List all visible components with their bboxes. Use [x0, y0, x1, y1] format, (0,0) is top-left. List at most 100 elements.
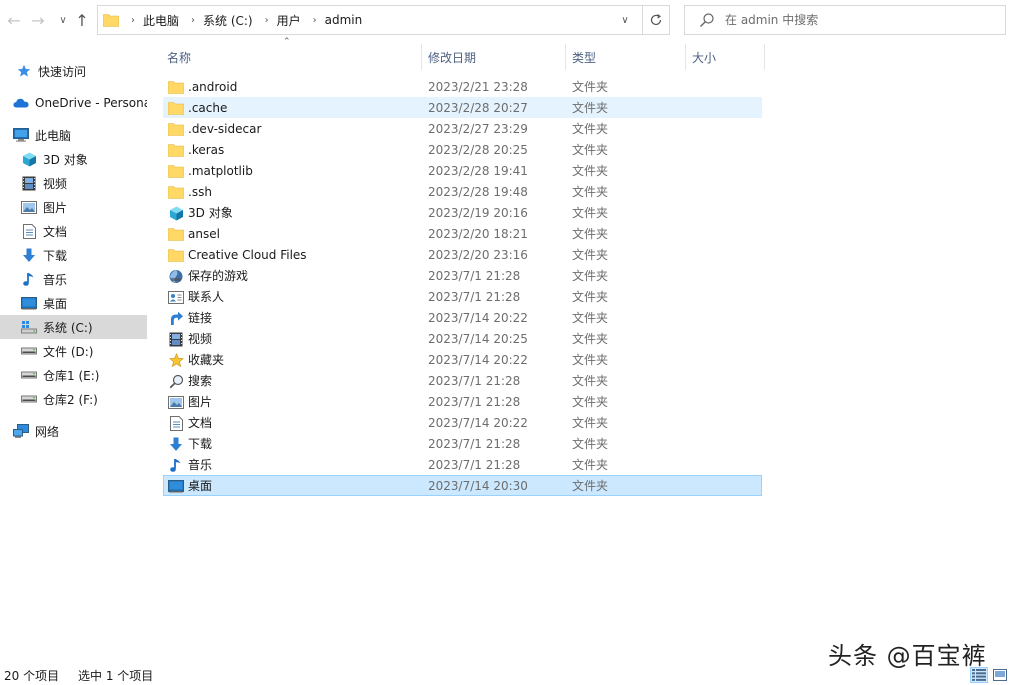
file-date: 2023/2/28 20:25 [428, 142, 528, 157]
sidebar-item-videos[interactable]: 视频 [0, 171, 147, 195]
sidebar-item-drive-f[interactable]: 仓库2 (F:) [0, 387, 147, 411]
search-box[interactable] [684, 5, 1006, 35]
sidebar-item-pictures[interactable]: 图片 [0, 195, 147, 219]
drive-icon [21, 391, 37, 407]
file-date: 2023/2/21 23:28 [428, 79, 528, 94]
column-header-size[interactable]: 大小 [692, 44, 764, 70]
breadcrumb-segment[interactable]: 系统 (C:) [203, 12, 253, 29]
up-arrow-icon[interactable]: ↑ [71, 8, 93, 32]
file-row[interactable]: 搜索 2023/7/1 21:28 文件夹 [163, 370, 762, 391]
file-row[interactable]: .dev-sidecar 2023/2/27 23:29 文件夹 [163, 118, 762, 139]
sidebar-item-label: 桌面 [43, 296, 68, 311]
sidebar-item-label: 仓库2 (F:) [43, 392, 98, 407]
network-icon [13, 423, 29, 439]
sidebar-item-downloads[interactable]: 下载 [0, 243, 147, 267]
file-type: 文件夹 [572, 101, 609, 115]
sidebar-item-network[interactable]: 网络 [0, 419, 147, 443]
sidebar-item-system-drive[interactable]: 系统 (C:) [0, 315, 147, 339]
sidebar-item-onedrive[interactable]: OneDrive - Personal [0, 91, 147, 115]
sidebar-item-label: 网络 [35, 424, 60, 439]
file-name: 下载 [188, 437, 213, 451]
large-icons-view-button[interactable] [991, 667, 1009, 683]
sidebar-item-drive-e[interactable]: 仓库1 (E:) [0, 363, 147, 387]
sidebar-item-quick-access[interactable]: 快速访问 [0, 59, 147, 83]
file-date: 2023/2/20 18:21 [428, 226, 528, 241]
file-row[interactable]: .ssh 2023/2/28 19:48 文件夹 [163, 181, 762, 202]
file-type: 文件夹 [572, 227, 609, 241]
sidebar-item-3d-objects[interactable]: 3D 对象 [0, 147, 147, 171]
file-name: 搜索 [188, 374, 213, 388]
film-icon [168, 331, 184, 347]
file-row[interactable]: 下载 2023/7/1 21:28 文件夹 [163, 433, 762, 454]
file-row[interactable]: 图片 2023/7/1 21:28 文件夹 [163, 391, 762, 412]
selected-count: 选中 1 个项目 [78, 668, 154, 683]
folder-icon [168, 226, 184, 242]
refresh-button[interactable] [642, 5, 670, 35]
cloud-icon [13, 95, 29, 111]
chevron-right-icon[interactable]: › [131, 15, 135, 26]
file-row[interactable]: ansel 2023/2/20 18:21 文件夹 [163, 223, 762, 244]
file-row[interactable]: 3D 对象 2023/2/19 20:16 文件夹 [163, 202, 762, 223]
file-date: 2023/2/28 19:48 [428, 184, 528, 199]
file-row[interactable]: .android 2023/2/21 23:28 文件夹 [163, 76, 762, 97]
file-row[interactable]: 文档 2023/7/14 20:22 文件夹 [163, 412, 762, 433]
file-date: 2023/7/14 20:22 [428, 310, 528, 325]
column-header-date[interactable]: 修改日期 [428, 44, 565, 70]
column-header-type[interactable]: 类型 [572, 44, 685, 70]
file-row[interactable]: 链接 2023/7/14 20:22 文件夹 [163, 307, 762, 328]
chevron-right-icon[interactable]: › [313, 15, 317, 26]
file-date: 2023/2/19 20:16 [428, 205, 528, 220]
breadcrumb-segment[interactable]: 用户 [277, 12, 301, 29]
forward-arrow-icon[interactable]: → [27, 8, 49, 32]
sidebar-item-documents[interactable]: 文档 [0, 219, 147, 243]
refresh-icon [650, 14, 662, 26]
details-view-button[interactable] [970, 667, 988, 683]
search-icon [700, 13, 714, 27]
column-header-label: 类型 [572, 50, 597, 65]
address-dropdown-chevron-icon[interactable]: ∨ [611, 6, 639, 34]
chevron-right-icon[interactable]: › [191, 15, 195, 26]
column-divider[interactable] [764, 44, 765, 70]
sidebar-item-label: 音乐 [43, 272, 68, 287]
file-type: 文件夹 [572, 269, 609, 283]
file-name: .dev-sidecar [188, 121, 262, 136]
file-row[interactable]: 收藏夹 2023/7/14 20:22 文件夹 [163, 349, 762, 370]
file-row[interactable]: .keras 2023/2/28 20:25 文件夹 [163, 139, 762, 160]
file-row-selected[interactable]: 桌面 2023/7/14 20:30 文件夹 [163, 475, 762, 496]
document-icon [21, 223, 37, 239]
file-row[interactable]: Creative Cloud Files 2023/2/20 23:16 文件夹 [163, 244, 762, 265]
sidebar-item-drive-d[interactable]: 文件 (D:) [0, 339, 147, 363]
breadcrumb-segment[interactable]: admin [325, 13, 363, 27]
column-header-name[interactable]: 名称 [167, 44, 421, 70]
file-row[interactable]: 保存的游戏 2023/7/1 21:28 文件夹 [163, 265, 762, 286]
file-row[interactable]: .matplotlib 2023/2/28 19:41 文件夹 [163, 160, 762, 181]
breadcrumb-segment[interactable]: 此电脑 [143, 12, 179, 29]
music-icon [21, 271, 37, 287]
file-row[interactable]: .cache 2023/2/28 20:27 文件夹 [163, 97, 762, 118]
file-row[interactable]: 视频 2023/7/14 20:25 文件夹 [163, 328, 762, 349]
column-divider[interactable] [685, 44, 686, 70]
music-icon [168, 457, 184, 473]
sidebar-item-this-pc[interactable]: 此电脑 [0, 123, 147, 147]
sidebar-item-label: 视频 [43, 176, 68, 191]
file-name: 收藏夹 [188, 353, 225, 367]
status-bar: 20 个项目 选中 1 个项目 [0, 665, 1010, 685]
file-name: 链接 [188, 311, 213, 325]
sidebar-item-desktop[interactable]: 桌面 [0, 291, 147, 315]
sidebar-item-label: 文档 [43, 224, 68, 239]
search-icon [168, 373, 184, 389]
star-icon [16, 63, 32, 79]
search-input[interactable] [725, 13, 985, 27]
file-row[interactable]: 音乐 2023/7/1 21:28 文件夹 [163, 454, 762, 475]
file-row[interactable]: 联系人 2023/7/1 21:28 文件夹 [163, 286, 762, 307]
file-type: 文件夹 [572, 458, 609, 472]
sidebar-item-music[interactable]: 音乐 [0, 267, 147, 291]
file-date: 2023/7/1 21:28 [428, 394, 521, 409]
navigation-bar: ← → ∨ ↑ › 此电脑 › 系统 (C:) › 用户 › admin ∨ [0, 0, 1010, 40]
column-divider[interactable] [565, 44, 566, 70]
back-arrow-icon[interactable]: ← [3, 8, 25, 32]
column-divider[interactable] [421, 44, 422, 70]
address-bar[interactable]: › 此电脑 › 系统 (C:) › 用户 › admin ∨ [97, 5, 670, 35]
chevron-right-icon[interactable]: › [265, 15, 269, 26]
file-type: 文件夹 [572, 143, 609, 157]
